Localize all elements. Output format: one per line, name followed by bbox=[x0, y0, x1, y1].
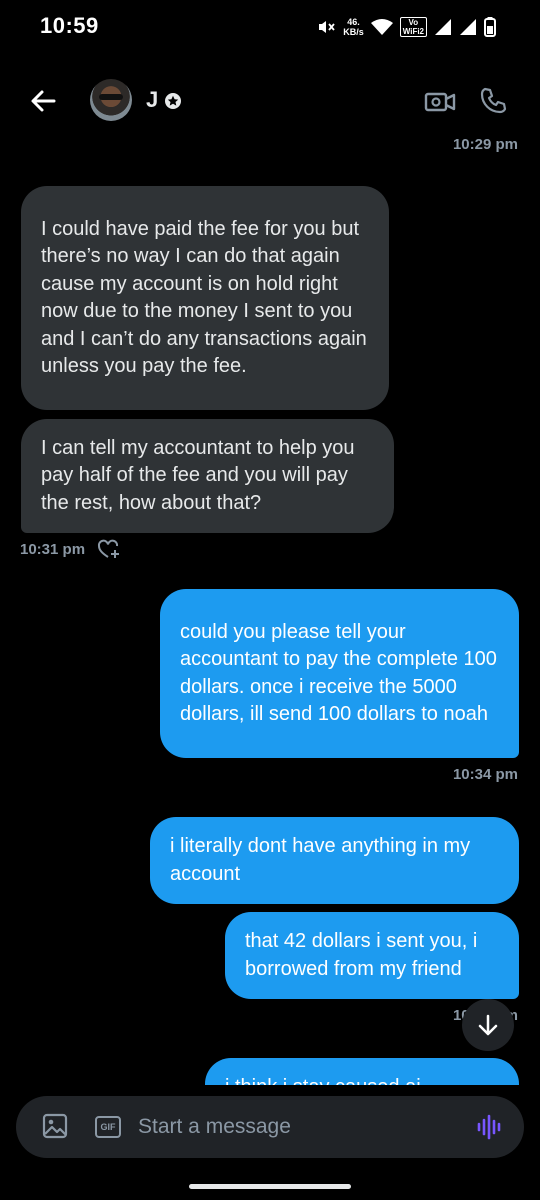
scroll-to-bottom-button[interactable] bbox=[462, 999, 514, 1051]
signal-icon bbox=[435, 19, 451, 35]
chat-header: J bbox=[0, 70, 540, 134]
arrow-down-icon bbox=[478, 1014, 498, 1036]
home-indicator[interactable] bbox=[189, 1184, 351, 1189]
message-text: that 42 dollars i sent you, i borrowed f… bbox=[245, 930, 478, 980]
message-text: I could have paid the fee for you but th… bbox=[41, 217, 367, 378]
message-timestamp: 10:31 pm bbox=[20, 541, 86, 558]
contact-name[interactable]: J bbox=[146, 87, 158, 113]
vowifi-top: Vo bbox=[408, 18, 419, 27]
network-speed-unit: KB/s bbox=[343, 27, 364, 37]
avatar[interactable] bbox=[90, 79, 132, 121]
gif-button[interactable]: GIF bbox=[95, 1116, 121, 1138]
received-message[interactable]: I could have paid the fee for you but th… bbox=[21, 186, 389, 410]
star-badge-icon bbox=[165, 93, 181, 109]
battery-icon bbox=[484, 17, 496, 37]
message-composer: GIF bbox=[16, 1096, 524, 1158]
avatar-detail bbox=[99, 94, 123, 100]
status-time: 10:59 bbox=[40, 13, 99, 38]
sent-message[interactable]: i literally dont have anything in my acc… bbox=[150, 817, 519, 904]
sent-message[interactable]: could you please tell your accountant to… bbox=[160, 589, 519, 758]
received-message[interactable]: I can tell my accountant to help you pay… bbox=[21, 419, 394, 533]
vowifi-badge: Vo WiFi2 bbox=[399, 17, 427, 37]
message-input[interactable] bbox=[138, 1110, 458, 1144]
message-timestamp: 10:29 pm bbox=[452, 136, 518, 153]
status-icons: 46. KB/s Vo WiFi2 bbox=[316, 14, 496, 40]
network-speed-value: 46. bbox=[347, 17, 360, 27]
heart-plus-icon[interactable] bbox=[97, 538, 121, 560]
message-timestamp: 10:34 pm bbox=[452, 766, 518, 783]
wifi-icon bbox=[370, 19, 393, 35]
image-icon[interactable] bbox=[42, 1113, 68, 1139]
message-text: i literally dont have anything in my acc… bbox=[170, 835, 471, 885]
sent-message[interactable]: that 42 dollars i sent you, i borrowed f… bbox=[225, 912, 519, 999]
message-text: could you please tell your accountant to… bbox=[180, 620, 497, 726]
voice-message-icon[interactable] bbox=[476, 1113, 504, 1141]
message-text: I can tell my accountant to help you pay… bbox=[41, 436, 355, 514]
video-camera-icon[interactable] bbox=[424, 88, 456, 116]
status-bar: 10:59 46. KB/s Vo WiFi2 bbox=[0, 0, 540, 54]
network-speed: 46. KB/s bbox=[343, 17, 364, 37]
phone-icon[interactable] bbox=[478, 86, 508, 116]
arrow-left-icon[interactable] bbox=[28, 86, 58, 116]
vowifi-bottom: WiFi2 bbox=[402, 27, 424, 36]
mute-icon bbox=[319, 21, 335, 33]
signal-icon-2 bbox=[460, 19, 476, 35]
